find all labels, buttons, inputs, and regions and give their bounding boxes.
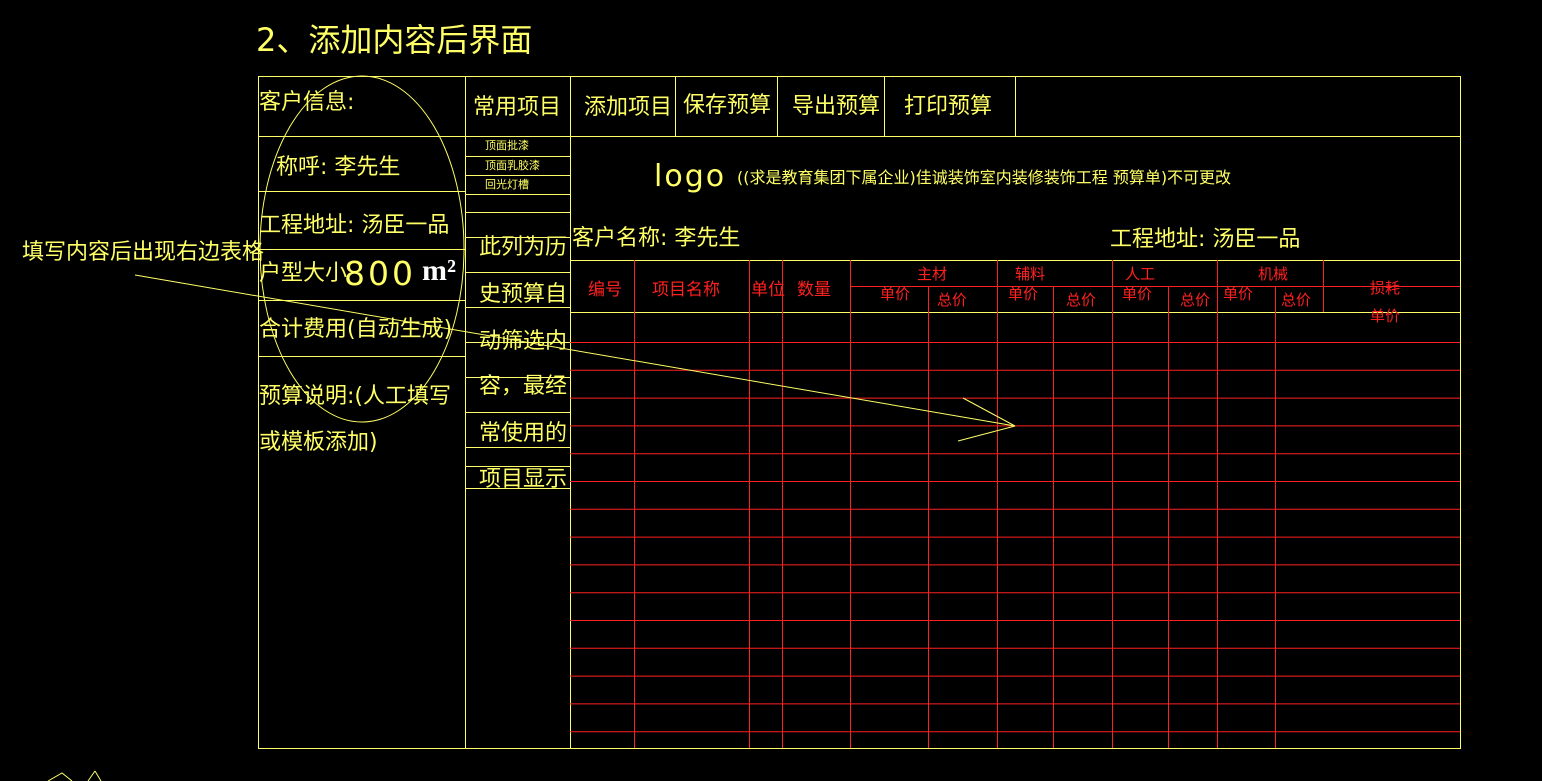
subcol-total-price: 总价	[1281, 291, 1312, 309]
col-unit: 单位	[751, 280, 785, 300]
subcol-unit-price: 单价	[880, 285, 911, 303]
area-unit: m²	[422, 254, 456, 287]
common-item[interactable]: 顶面批漆	[485, 140, 529, 151]
add-item-button[interactable]: 添加项目	[584, 97, 672, 119]
budget-note-line-2[interactable]: 或模板添加)	[259, 432, 378, 454]
total-cost-field: 合计费用(自动生成)	[259, 317, 453, 342]
customer-info-label: 客户信息:	[259, 90, 355, 115]
print-budget-button[interactable]: 打印预算	[904, 96, 992, 118]
save-budget-button[interactable]: 保存预算	[683, 95, 771, 117]
middle-note-line: 史预算自	[479, 282, 568, 307]
middle-note-line: 常使用的	[479, 421, 568, 446]
salutation-field[interactable]: 称呼: 李先生	[276, 157, 400, 179]
middle-note-line: 项目显示	[479, 467, 568, 492]
common-item[interactable]: 回光灯槽	[485, 179, 529, 190]
col-main-material: 主材	[917, 265, 948, 283]
annotation-text: 填写内容后出现右边表格	[22, 240, 265, 265]
subcol-total-price: 总价	[1180, 291, 1211, 309]
col-labor: 人工	[1125, 265, 1156, 283]
common-items-header: 常用项目	[473, 95, 562, 120]
project-address-field: 工程地址: 汤臣一品	[1110, 227, 1301, 252]
budget-note-line-1[interactable]: 预算说明:(人工填写	[259, 386, 451, 408]
annotation-arrowhead-bottom	[957, 425, 1016, 442]
subcol-total-price: 总价	[1066, 291, 1097, 309]
area-label: 户型大小	[259, 261, 348, 286]
banner-text: ((求是教育集团下属企业)佳诚装饰室内装修装饰工程 预算单)不可更改	[737, 168, 1232, 187]
logo-placeholder: logo	[654, 159, 727, 194]
middle-note-line: 此列为历	[479, 235, 568, 260]
ucs-icon	[47, 770, 102, 781]
subcol-unit-price: 单价	[1223, 285, 1254, 303]
subcol-unit-price: 单价	[1008, 285, 1039, 303]
col-quantity: 数量	[797, 280, 831, 300]
col-loss: 损耗	[1370, 279, 1401, 297]
subcol-unit-price: 单价	[1122, 285, 1153, 303]
col-loss-unit-price: 单价	[1370, 307, 1401, 325]
middle-note-line: 动筛选内	[479, 329, 568, 354]
common-item[interactable]: 顶面乳胶漆	[485, 160, 540, 171]
col-item-name: 项目名称	[652, 280, 720, 300]
col-number: 编号	[588, 280, 622, 300]
customer-name-field: 客户名称: 李先生	[572, 226, 741, 251]
page-title: 2、添加内容后界面	[256, 21, 533, 59]
col-aux-material: 辅料	[1015, 265, 1046, 283]
area-value[interactable]: 800	[344, 257, 416, 290]
middle-note-line: 容，最经	[479, 374, 568, 399]
export-budget-button[interactable]: 导出预算	[792, 96, 880, 118]
col-machinery: 机械	[1258, 265, 1289, 283]
diagram-lines	[47, 75, 1461, 781]
subcol-total-price: 总价	[937, 291, 968, 309]
address-field[interactable]: 工程地址: 汤臣一品	[259, 215, 449, 237]
